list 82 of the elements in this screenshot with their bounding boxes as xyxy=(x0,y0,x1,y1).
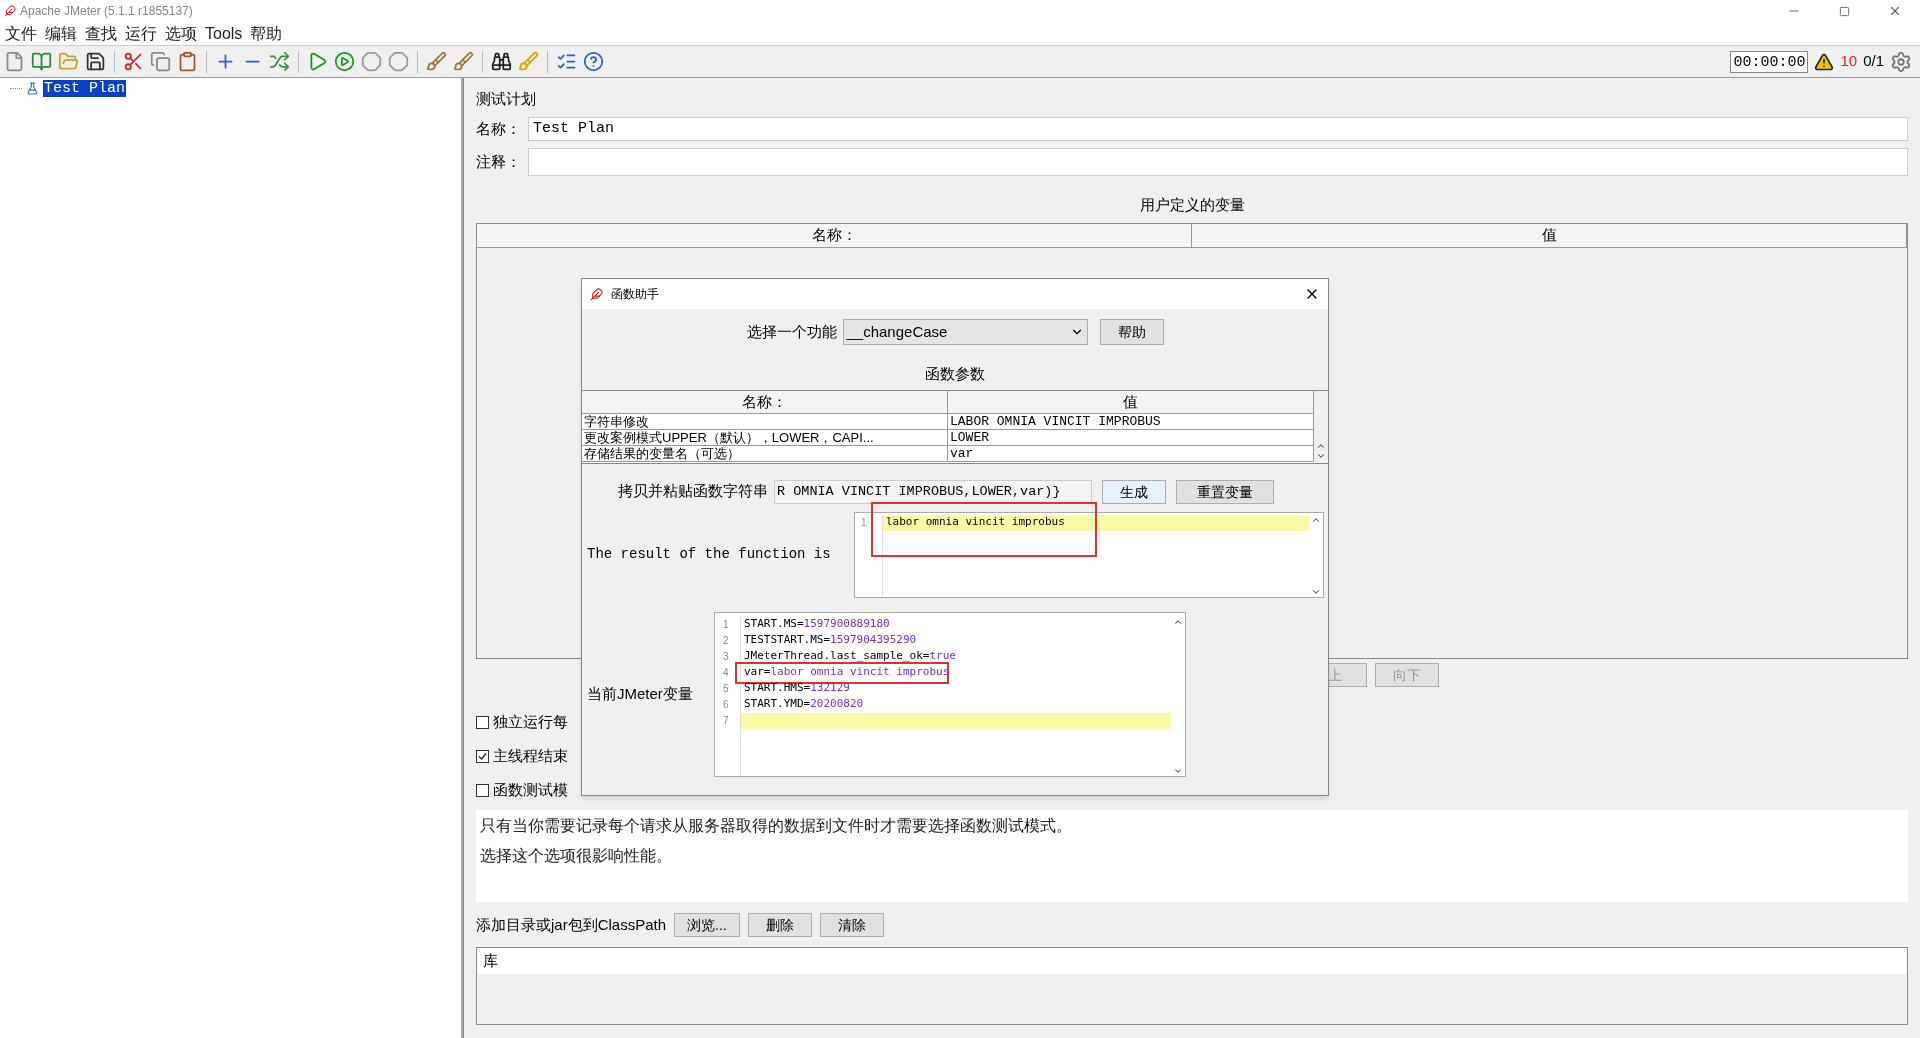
table-cell: 更改案例模式UPPER（默认），LOWER，CAPI... xyxy=(582,429,948,445)
menu-item[interactable]: Tools xyxy=(204,21,244,46)
copy-label: 拷贝并粘贴函数字符串 xyxy=(618,481,768,502)
variable-line: START.MS=1597900889180 xyxy=(743,616,890,633)
menu-item[interactable]: 选项 xyxy=(164,21,198,46)
checkbox[interactable] xyxy=(476,749,489,763)
variable-line: var=labor omnia vincit improbus xyxy=(743,664,950,681)
result-text: labor omnia vincit improbus xyxy=(885,514,1065,531)
start-no-pause-icon[interactable] xyxy=(334,51,355,72)
line-number: 3 xyxy=(722,649,730,664)
params-title: 函数参数 xyxy=(924,364,986,384)
test-plan-icon xyxy=(26,82,39,95)
column-header[interactable]: 名称： xyxy=(582,390,948,413)
variable-line: START.HMS=132129 xyxy=(743,680,850,697)
panel-title: 测试计划 xyxy=(476,89,537,109)
menu-item[interactable]: 编辑 xyxy=(44,21,78,46)
copy-icon[interactable] xyxy=(150,51,171,72)
tree-item[interactable]: Test Plan xyxy=(43,80,126,97)
clear-all-icon[interactable] xyxy=(453,51,474,72)
checkbox-label: 独立运行每 xyxy=(493,711,568,732)
classpath-button[interactable]: 清除 xyxy=(819,913,884,937)
function-dropdown[interactable]: __changeCase xyxy=(842,319,1088,345)
select-label: 选择一个功能 xyxy=(746,321,837,342)
menu-item[interactable]: 帮助 xyxy=(249,21,284,46)
line-number: 1 xyxy=(722,617,730,632)
variable-line: START.YMD=20200820 xyxy=(743,696,864,713)
line-number: 5 xyxy=(722,681,730,696)
description-text: 只有当你需要记录每个请求从服务器取得的数据到文件时才需要选择函数测试模式。 xyxy=(480,816,1073,836)
warning-icon[interactable] xyxy=(1814,51,1835,72)
clear-icon[interactable] xyxy=(426,51,447,72)
column-header[interactable]: 值 xyxy=(1192,224,1907,247)
line-number: 1 xyxy=(860,515,868,530)
generate-button[interactable]: 生成 xyxy=(1102,479,1166,504)
classpath-button[interactable]: 浏览... xyxy=(674,913,740,937)
thread-count: 0/1 xyxy=(1863,51,1884,72)
dialog-logo-icon xyxy=(590,287,603,301)
variable-line: TESTSTART.MS=1597904395290 xyxy=(743,632,917,649)
activity-indicator-icon xyxy=(1890,50,1912,73)
function-string-field[interactable]: R OMNIA VINCIT IMPROBUS,LOWER,var)} xyxy=(774,479,1092,504)
checkbox[interactable] xyxy=(476,783,489,797)
column-header[interactable]: 名称： xyxy=(477,224,1192,247)
restore-icon[interactable] xyxy=(1839,5,1850,17)
search-icon[interactable] xyxy=(491,51,512,72)
classpath-button[interactable]: 删除 xyxy=(747,913,812,937)
toggle-icon[interactable] xyxy=(269,51,290,72)
templates-icon[interactable] xyxy=(31,51,52,72)
help-icon[interactable] xyxy=(583,51,604,72)
checkbox-label: 函数测试模 xyxy=(493,779,568,800)
name-label: 名称： xyxy=(476,118,522,139)
timer-field: 00:00:00 xyxy=(1730,50,1809,73)
paste-icon[interactable] xyxy=(177,51,198,72)
menu-item[interactable]: 文件 xyxy=(4,21,38,46)
line-number: 2 xyxy=(722,633,730,648)
comment-field[interactable] xyxy=(528,148,1908,176)
checkbox[interactable] xyxy=(476,715,489,729)
variables-label: 当前JMeter变量 xyxy=(586,683,694,704)
help-button[interactable]: 帮助 xyxy=(1099,319,1164,345)
line-number: 7 xyxy=(722,713,730,728)
column-header: 库 xyxy=(477,948,1907,974)
name-field[interactable]: Test Plan xyxy=(528,117,1908,141)
window-title: Apache JMeter (5.1.1 r1855137) xyxy=(20,3,193,20)
variable-line: JMeterThread.last_sample_ok=true xyxy=(743,648,956,665)
app-logo-icon xyxy=(4,5,16,17)
result-label: The result of the function is xyxy=(586,545,832,564)
scrollbar[interactable] xyxy=(1314,390,1328,463)
dialog-title: 函数助手 xyxy=(611,286,659,303)
section-title: 用户定义的变量 xyxy=(1138,195,1246,214)
checkbox-label: 主线程结束 xyxy=(493,745,568,766)
save-icon[interactable] xyxy=(85,51,106,72)
warning-count: 10 xyxy=(1840,51,1858,72)
description-text: 选择这个选项很影响性能。 xyxy=(480,846,673,866)
classpath-label: 添加目录或jar包到ClassPath xyxy=(476,914,667,935)
menu-item[interactable]: 运行 xyxy=(124,21,158,46)
menu-item[interactable]: 查找 xyxy=(84,21,118,46)
reset-variables-button[interactable]: 重置变量 xyxy=(1176,479,1274,504)
table-cell: 字符串修改 xyxy=(582,413,948,429)
cut-icon[interactable] xyxy=(123,51,144,72)
new-file-icon[interactable] xyxy=(4,51,25,72)
line-number: 6 xyxy=(722,697,730,712)
table-cell: 存储结果的变量名（可选） xyxy=(582,445,948,461)
comment-label: 注释： xyxy=(476,151,522,172)
line-number: 4 xyxy=(722,665,730,680)
